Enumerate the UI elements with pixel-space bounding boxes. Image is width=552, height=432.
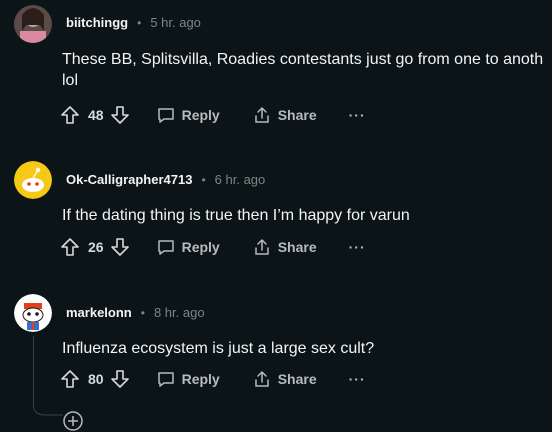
username[interactable]: Ok-Calligrapher4713 xyxy=(66,172,192,187)
comment-bubble-icon xyxy=(157,372,174,387)
snoo-avatar-icon xyxy=(14,294,52,332)
user-photo-icon xyxy=(14,5,52,43)
comment-text-line: Influenza ecosystem is just a large sex … xyxy=(62,340,375,357)
action-bar: 48 Reply Share ··· xyxy=(60,102,366,128)
upvote-button[interactable] xyxy=(60,237,80,257)
share-label: Share xyxy=(277,239,317,255)
downvote-icon xyxy=(110,238,129,256)
reply-label: Reply xyxy=(181,239,220,255)
comment-text-line: If the dating thing is true then I’m hap… xyxy=(62,207,410,224)
vote-score: 48 xyxy=(88,107,104,123)
comment-bubble-icon xyxy=(157,240,174,255)
share-button[interactable]: Share xyxy=(252,369,317,389)
vote-score: 26 xyxy=(88,239,104,255)
timestamp[interactable]: 5 hr. ago xyxy=(150,15,201,30)
reply-label: Reply xyxy=(181,371,220,387)
downvote-icon xyxy=(110,370,129,388)
more-options-button[interactable]: ··· xyxy=(349,371,366,387)
comment-text-line: lol xyxy=(62,72,79,89)
share-button[interactable]: Share xyxy=(252,237,317,257)
share-icon xyxy=(254,371,269,387)
more-options-button[interactable]: ··· xyxy=(349,107,366,123)
avatar[interactable] xyxy=(14,5,52,43)
snoo-avatar-icon xyxy=(14,161,52,199)
avatar[interactable] xyxy=(14,161,52,199)
timestamp[interactable]: 6 hr. ago xyxy=(215,172,266,187)
comment-text: Influenza ecosystem is just a large sex … xyxy=(62,338,374,359)
username[interactable]: biitchingg xyxy=(66,15,128,30)
action-bar: 26 Reply Share ··· xyxy=(60,234,366,260)
separator: • xyxy=(137,15,142,30)
downvote-icon xyxy=(110,106,129,124)
upvote-icon xyxy=(61,106,79,124)
comment-meta: markelonn • 8 hr. ago xyxy=(66,305,205,320)
reply-label: Reply xyxy=(181,107,220,123)
comment-text: If the dating thing is true then I’m hap… xyxy=(62,205,410,226)
thread-line[interactable] xyxy=(33,336,34,396)
comment-text-line: These BB, Splitsvilla, Roadies contestan… xyxy=(62,51,544,68)
comment-meta: Ok-Calligrapher4713 • 6 hr. ago xyxy=(66,172,265,187)
upvote-icon xyxy=(61,370,79,388)
reply-button[interactable]: Reply xyxy=(156,369,220,389)
downvote-button[interactable] xyxy=(110,237,130,257)
avatar[interactable] xyxy=(14,294,52,332)
downvote-button[interactable] xyxy=(110,105,130,125)
comment-meta: biitchingg • 5 hr. ago xyxy=(66,15,201,30)
downvote-button[interactable] xyxy=(110,369,130,389)
action-bar: 80 Reply Share ··· xyxy=(60,366,366,392)
separator: • xyxy=(201,172,206,187)
timestamp[interactable]: 8 hr. ago xyxy=(154,305,205,320)
share-button[interactable]: Share xyxy=(252,105,317,125)
expand-replies-icon[interactable] xyxy=(62,410,84,432)
share-icon xyxy=(254,239,269,255)
more-options-button[interactable]: ··· xyxy=(349,239,366,255)
upvote-button[interactable] xyxy=(60,369,80,389)
username[interactable]: markelonn xyxy=(66,305,132,320)
share-icon xyxy=(254,107,269,123)
upvote-icon xyxy=(61,238,79,256)
share-label: Share xyxy=(277,371,317,387)
comment-bubble-icon xyxy=(157,108,174,123)
upvote-button[interactable] xyxy=(60,105,80,125)
separator: • xyxy=(140,305,145,320)
comment-text: These BB, Splitsvilla, Roadies contestan… xyxy=(62,49,543,91)
reply-button[interactable]: Reply xyxy=(156,105,220,125)
reply-button[interactable]: Reply xyxy=(156,237,220,257)
share-label: Share xyxy=(277,107,317,123)
vote-score: 80 xyxy=(88,371,104,387)
thread-connector xyxy=(33,395,63,416)
